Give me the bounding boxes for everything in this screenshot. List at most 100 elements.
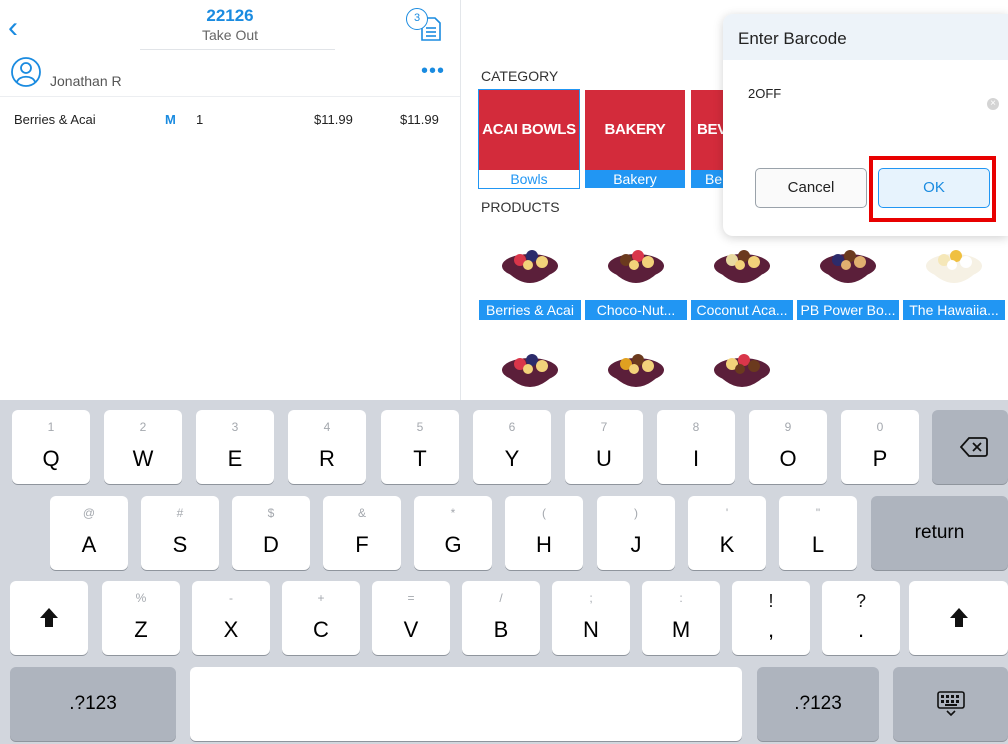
key-secondary-label: 7 — [600, 420, 608, 434]
product-bowl-icon — [608, 354, 664, 387]
dialog-title: Enter Barcode — [738, 29, 847, 48]
user-avatar-icon — [11, 57, 41, 87]
key-label: , — [767, 617, 775, 642]
key-label: A — [81, 532, 97, 557]
product-label: PB Power Bo... — [797, 300, 899, 320]
keyboard-dismiss-icon — [937, 691, 965, 717]
key-secondary-label: 8 — [692, 420, 700, 434]
key-q[interactable]: 1Q — [12, 410, 90, 484]
key-s[interactable]: # S — [141, 496, 219, 570]
key-v[interactable]: = V — [372, 581, 450, 655]
key-secondary-label: = — [407, 591, 415, 605]
key-secondary-label: : — [679, 591, 683, 605]
key-n[interactable]: ; N — [552, 581, 630, 655]
key-secondary-label: $ — [267, 506, 275, 520]
key-label: . — [857, 617, 865, 642]
category-tile-bowls[interactable]: ACAI BOWLS Bowls — [478, 89, 580, 189]
product-tile[interactable]: Coconut Aca... — [691, 222, 793, 324]
product-bowl-icon — [820, 250, 876, 283]
dismiss-keyboard-key[interactable] — [893, 667, 1008, 741]
key-a[interactable]: @ A — [50, 496, 128, 570]
key-o[interactable]: 9O — [749, 410, 827, 484]
key-y[interactable]: 6Y — [473, 410, 551, 484]
key-label: B — [493, 617, 509, 642]
category-label: Bakery — [585, 170, 685, 188]
key-secondary-label: ' — [725, 506, 729, 520]
category-image: BEV — [691, 90, 723, 170]
item-name: Berries & Acai — [14, 112, 96, 127]
key-k[interactable]: ' K — [688, 496, 766, 570]
key-h[interactable]: (H — [505, 496, 583, 570]
category-tile-bakery[interactable]: BAKERY Bakery — [585, 90, 685, 188]
key-period[interactable]: ?. — [822, 581, 900, 655]
key-i[interactable]: 8I — [657, 410, 735, 484]
key-label: S — [172, 532, 188, 557]
key-d[interactable]: $ D — [232, 496, 310, 570]
tickets-button[interactable]: 3 — [406, 8, 452, 44]
key-l[interactable]: " L — [779, 496, 857, 570]
more-options-icon[interactable]: ••• — [421, 61, 445, 81]
product-bowl-icon — [502, 354, 558, 387]
ok-button[interactable]: OK — [878, 168, 990, 208]
back-chevron-icon[interactable]: ‹ — [8, 13, 28, 44]
product-tile[interactable]: Berries & Acai — [479, 222, 581, 324]
key-label: C — [313, 617, 329, 642]
barcode-input[interactable] — [738, 78, 1008, 108]
key-r[interactable]: 4R — [288, 410, 366, 484]
key-e[interactable]: 3E — [196, 410, 274, 484]
numbers-key-left[interactable]: .?123 — [10, 667, 176, 741]
key-u[interactable]: 7U — [565, 410, 643, 484]
key-p[interactable]: 0P — [841, 410, 919, 484]
key-g[interactable]: * G — [414, 496, 492, 570]
key-b[interactable]: / B — [462, 581, 540, 655]
key-label: N — [583, 617, 599, 642]
shift-left-key[interactable] — [10, 581, 88, 655]
backspace-key[interactable] — [932, 410, 1008, 484]
product-tile[interactable]: PB Power Bo... — [797, 222, 899, 324]
key-secondary-label: ( — [542, 506, 546, 520]
key-comma[interactable]: !, — [732, 581, 810, 655]
category-label: Be — [691, 170, 723, 188]
customer-row[interactable]: Jonathan R ••• — [0, 56, 460, 97]
key-w[interactable]: 2W — [104, 410, 182, 484]
cancel-button[interactable]: Cancel — [755, 168, 867, 208]
key-secondary-label: 2 — [139, 420, 147, 434]
product-label: Coconut Aca... — [691, 300, 793, 320]
key-f[interactable]: & F — [323, 496, 401, 570]
key-z[interactable]: % Z — [102, 581, 180, 655]
category-image: ACAI BOWLS — [479, 90, 579, 170]
product-tile[interactable]: The Hawaiia... — [903, 222, 1005, 324]
key-secondary-label: / — [499, 591, 503, 605]
space-bar[interactable] — [190, 667, 742, 741]
customer-name: Jonathan R — [50, 73, 122, 89]
products-heading: PRODUCTS — [481, 199, 560, 215]
item-total: $11.99 — [400, 112, 439, 127]
key-secondary-label: 9 — [784, 420, 792, 434]
return-key[interactable]: return — [871, 496, 1008, 570]
key-label: O — [779, 446, 797, 471]
key-label: W — [132, 446, 154, 471]
product-tile[interactable]: Choco-Nut... — [585, 222, 687, 324]
product-bowl-icon — [926, 250, 982, 283]
key-label: K — [719, 532, 735, 557]
order-pane: ‹ 22126 Take Out 3 Jonathan R ••• Berrie… — [0, 0, 461, 400]
key-label: D — [263, 532, 279, 557]
shift-right-key[interactable] — [909, 581, 1008, 655]
key-t[interactable]: 5T — [381, 410, 459, 484]
key-label: V — [403, 617, 419, 642]
key-x[interactable]: -X — [192, 581, 270, 655]
order-line-item[interactable]: Berries & Acai M 1 $11.99 $11.99 — [0, 104, 460, 136]
key-m[interactable]: :M — [642, 581, 720, 655]
numbers-key-right[interactable]: .?123 — [757, 667, 879, 741]
divider — [140, 49, 335, 50]
key-secondary-label: 0 — [876, 420, 884, 434]
key-label: X — [223, 617, 239, 642]
key-j[interactable]: ) J — [597, 496, 675, 570]
clear-input-icon[interactable]: × — [987, 98, 999, 110]
key-secondary-label: ; — [589, 591, 593, 605]
product-bowl-icon — [714, 354, 770, 387]
key-c[interactable]: + C — [282, 581, 360, 655]
key-label: Q — [42, 446, 60, 471]
key-label: E — [227, 446, 243, 471]
category-tile-beverages[interactable]: BEV Be — [691, 90, 723, 188]
